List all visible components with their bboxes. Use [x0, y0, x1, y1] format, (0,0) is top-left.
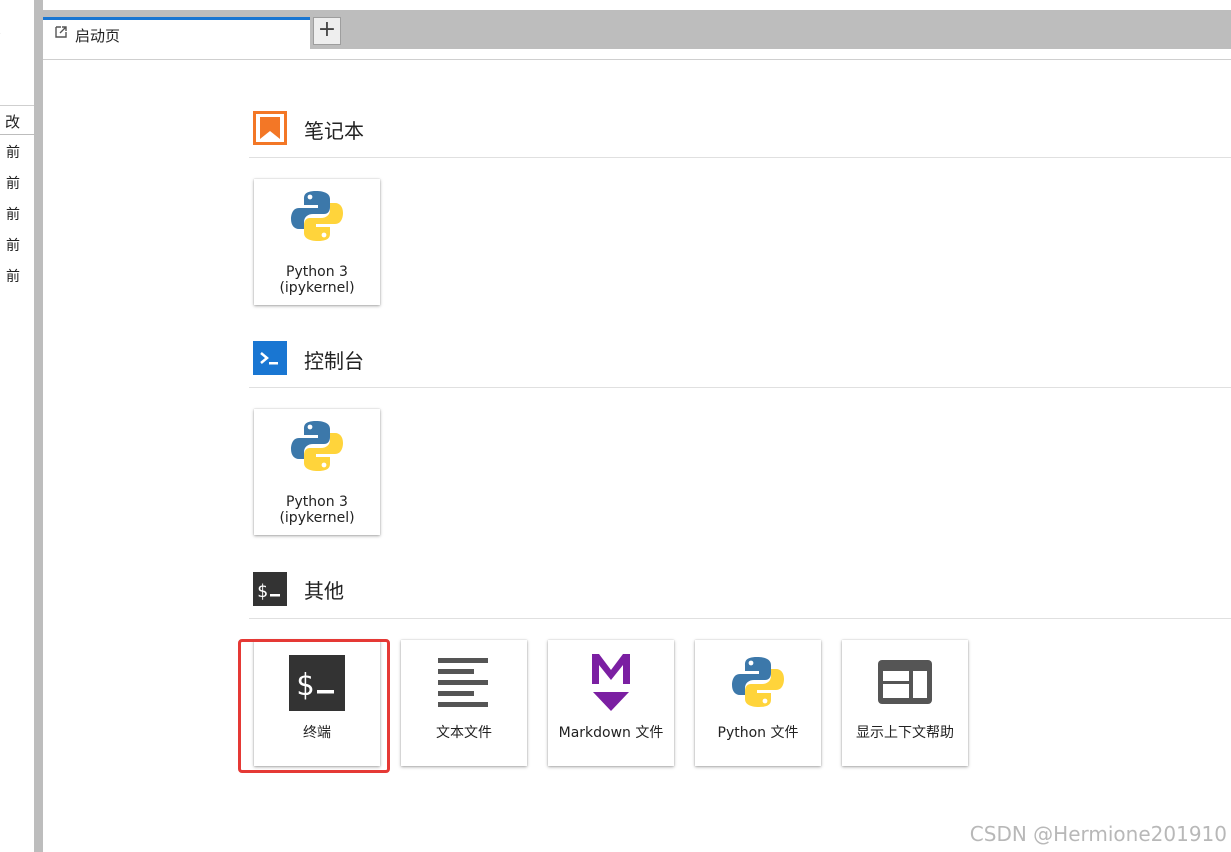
card-label: (ipykernel): [279, 280, 355, 296]
context-help-card[interactable]: 显示上下文帮助: [842, 640, 968, 766]
file-browser-panel: - 改 前 前 前 前 前: [0, 0, 34, 852]
card-label: Python 3: [286, 494, 348, 510]
other-section-title: 其他: [304, 579, 344, 603]
card-label: 显示上下文帮助: [856, 725, 954, 741]
launcher-icon: [55, 26, 67, 38]
modified-column-header: 改: [4, 113, 20, 131]
file-row-time: 前: [6, 269, 20, 285]
python-logo-icon: [732, 657, 784, 707]
console-section-title: 控制台: [304, 349, 364, 373]
card-label: Markdown 文件: [558, 725, 664, 741]
card-label: Python 文件: [717, 725, 799, 741]
card-label: Python 3: [286, 264, 348, 280]
section-divider: [249, 618, 1231, 619]
file-row-modified[interactable]: 前: [6, 266, 20, 286]
markdown-file-card[interactable]: Markdown 文件: [548, 640, 674, 766]
console-prompt-icon: [253, 341, 287, 375]
card-label: (ipykernel): [279, 510, 355, 526]
section-divider: [249, 387, 1231, 388]
tab-label: 启动页: [75, 27, 121, 45]
text-file-card[interactable]: 文本文件: [401, 640, 527, 766]
tab-launcher[interactable]: 启动页: [43, 17, 310, 49]
file-row-time: 前: [6, 207, 20, 223]
svg-text:$: $: [257, 581, 268, 602]
file-row-time: 前: [6, 176, 20, 192]
context-help-icon: [878, 660, 932, 704]
terminal-highlight-annotation: [238, 639, 390, 773]
python-logo-icon: [291, 421, 343, 471]
file-row-modified[interactable]: 前: [6, 142, 20, 162]
card-label: 文本文件: [436, 725, 492, 741]
file-row-modified[interactable]: 前: [6, 204, 20, 224]
new-launcher-button[interactable]: +: [313, 17, 341, 45]
python-file-card[interactable]: Python 文件: [695, 640, 821, 766]
markdown-icon: [592, 654, 630, 711]
notebook-python3-card[interactable]: Python 3 (ipykernel): [254, 179, 380, 305]
tab-bar: 启动页 +: [43, 10, 1231, 49]
python-logo-icon: [291, 191, 343, 241]
file-row-time: 前: [6, 145, 20, 161]
notebook-section-title: 笔记本: [304, 119, 364, 143]
section-divider: [249, 157, 1231, 158]
left-panel-fragment: -: [0, 26, 1, 41]
file-row-modified[interactable]: 前: [6, 173, 20, 193]
file-row-time: 前: [6, 238, 20, 254]
file-row-modified[interactable]: 前: [6, 235, 20, 255]
notebook-bookmark-icon: [253, 111, 287, 145]
plus-icon: +: [317, 17, 337, 42]
tab-bar-divider: [43, 59, 1231, 60]
file-browser-header[interactable]: 改: [0, 105, 34, 135]
watermark: CSDN @Hermione201910: [969, 822, 1227, 846]
console-python3-card[interactable]: Python 3 (ipykernel): [254, 409, 380, 535]
terminal-dollar-icon: $: [253, 572, 287, 606]
panel-splitter[interactable]: [34, 0, 43, 852]
text-file-icon: [438, 658, 488, 707]
